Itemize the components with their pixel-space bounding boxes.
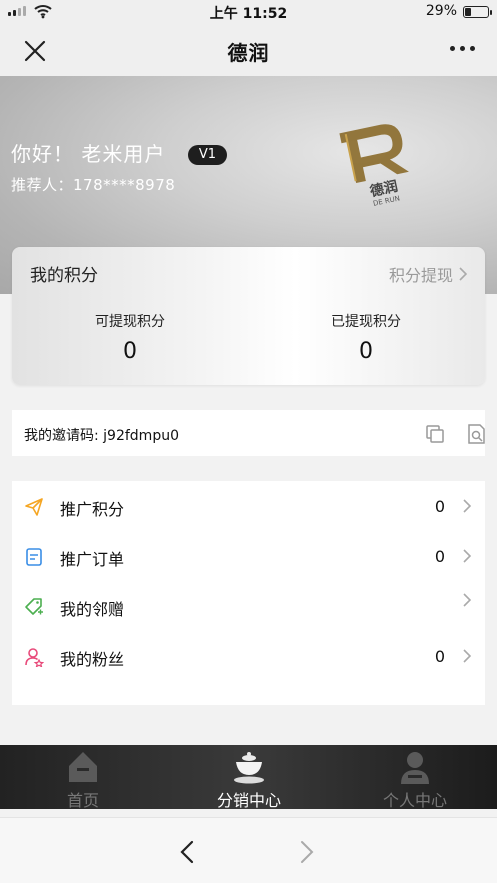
battery-percent: 29% (425, 3, 457, 19)
menu-item-promo-points[interactable]: 推广积分 0 (12, 481, 485, 531)
person-icon (401, 752, 429, 784)
status-time: 上午 11:52 (209, 6, 288, 22)
withdrawable-value: 0 (123, 339, 137, 364)
withdrawn-value: 0 (359, 339, 373, 364)
chevron-right-icon (463, 593, 471, 607)
withdrawable-points: 可提现积分 0 (12, 311, 248, 364)
paper-plane-icon (25, 498, 43, 516)
browser-toolbar (0, 817, 497, 883)
chevron-right-icon (459, 267, 467, 281)
points-withdraw-label: 积分提现 (388, 266, 453, 285)
menu-list: 推广积分 0 推广订单 0 我的邻赠 我的粉丝 0 (12, 481, 485, 705)
more-icon[interactable] (450, 46, 475, 51)
tab-distribution[interactable]: 分销中心 (166, 745, 332, 810)
points-title: 我的积分 (30, 266, 98, 286)
invite-code-row: 我的邀请码: j92fdmpu0 (12, 410, 485, 456)
view-code-icon[interactable] (466, 423, 486, 445)
referrer-text: 推荐人：178****8978 (11, 176, 176, 194)
gift-tag-icon (25, 598, 43, 615)
home-icon (69, 752, 97, 782)
page-title: 德润 (227, 41, 270, 65)
chevron-right-icon (463, 499, 471, 513)
status-bar: 上午 11:52 29% (0, 0, 497, 24)
copy-icon[interactable] (425, 424, 445, 444)
tab-label: 个人中心 (382, 791, 447, 810)
withdrawable-label: 可提现积分 (95, 314, 165, 330)
tab-bar: 首页 分销中心 个人中心 (0, 745, 497, 810)
invite-code-text: 我的邀请码: j92fdmpu0 (24, 428, 179, 444)
user-greeting: 你好！ 老米用户 (11, 142, 166, 166)
tab-home[interactable]: 首页 (0, 745, 166, 810)
nav-bar: 德润 (0, 24, 497, 76)
menu-item-label: 我的邻赠 (60, 600, 125, 619)
battery-icon (463, 6, 492, 18)
menu-item-my-fans[interactable]: 我的粉丝 0 (12, 631, 485, 681)
fan-user-icon (25, 648, 44, 667)
level-badge: V1 (188, 145, 227, 165)
brand-logo: 德润 DE RUN (339, 124, 409, 208)
menu-item-label: 我的粉丝 (60, 650, 125, 669)
points-card: 我的积分 积分提现 可提现积分 0 已提现积分 0 (12, 247, 485, 385)
tab-label: 首页 (66, 791, 99, 810)
menu-item-label: 推广订单 (60, 550, 125, 569)
tab-profile[interactable]: 个人中心 (332, 745, 497, 810)
back-arrow-icon[interactable] (180, 840, 194, 864)
menu-item-count: 0 (434, 497, 445, 516)
menu-item-promo-orders[interactable]: 推广订单 0 (12, 531, 485, 581)
points-withdraw-link[interactable]: 积分提现 (389, 262, 467, 286)
tea-cup-icon (234, 752, 264, 784)
menu-item-count: 0 (434, 547, 445, 566)
withdrawn-label: 已提现积分 (331, 314, 401, 330)
chevron-right-icon (463, 649, 471, 663)
menu-item-label: 推广积分 (60, 500, 125, 519)
chevron-right-icon (463, 549, 471, 563)
menu-item-my-gifts[interactable]: 我的邻赠 (12, 581, 485, 631)
forward-arrow-icon[interactable] (300, 840, 314, 864)
order-doc-icon (26, 548, 42, 566)
menu-item-count: 0 (434, 647, 445, 666)
tab-label: 分销中心 (216, 791, 281, 810)
withdrawn-points: 已提现积分 0 (248, 311, 484, 364)
